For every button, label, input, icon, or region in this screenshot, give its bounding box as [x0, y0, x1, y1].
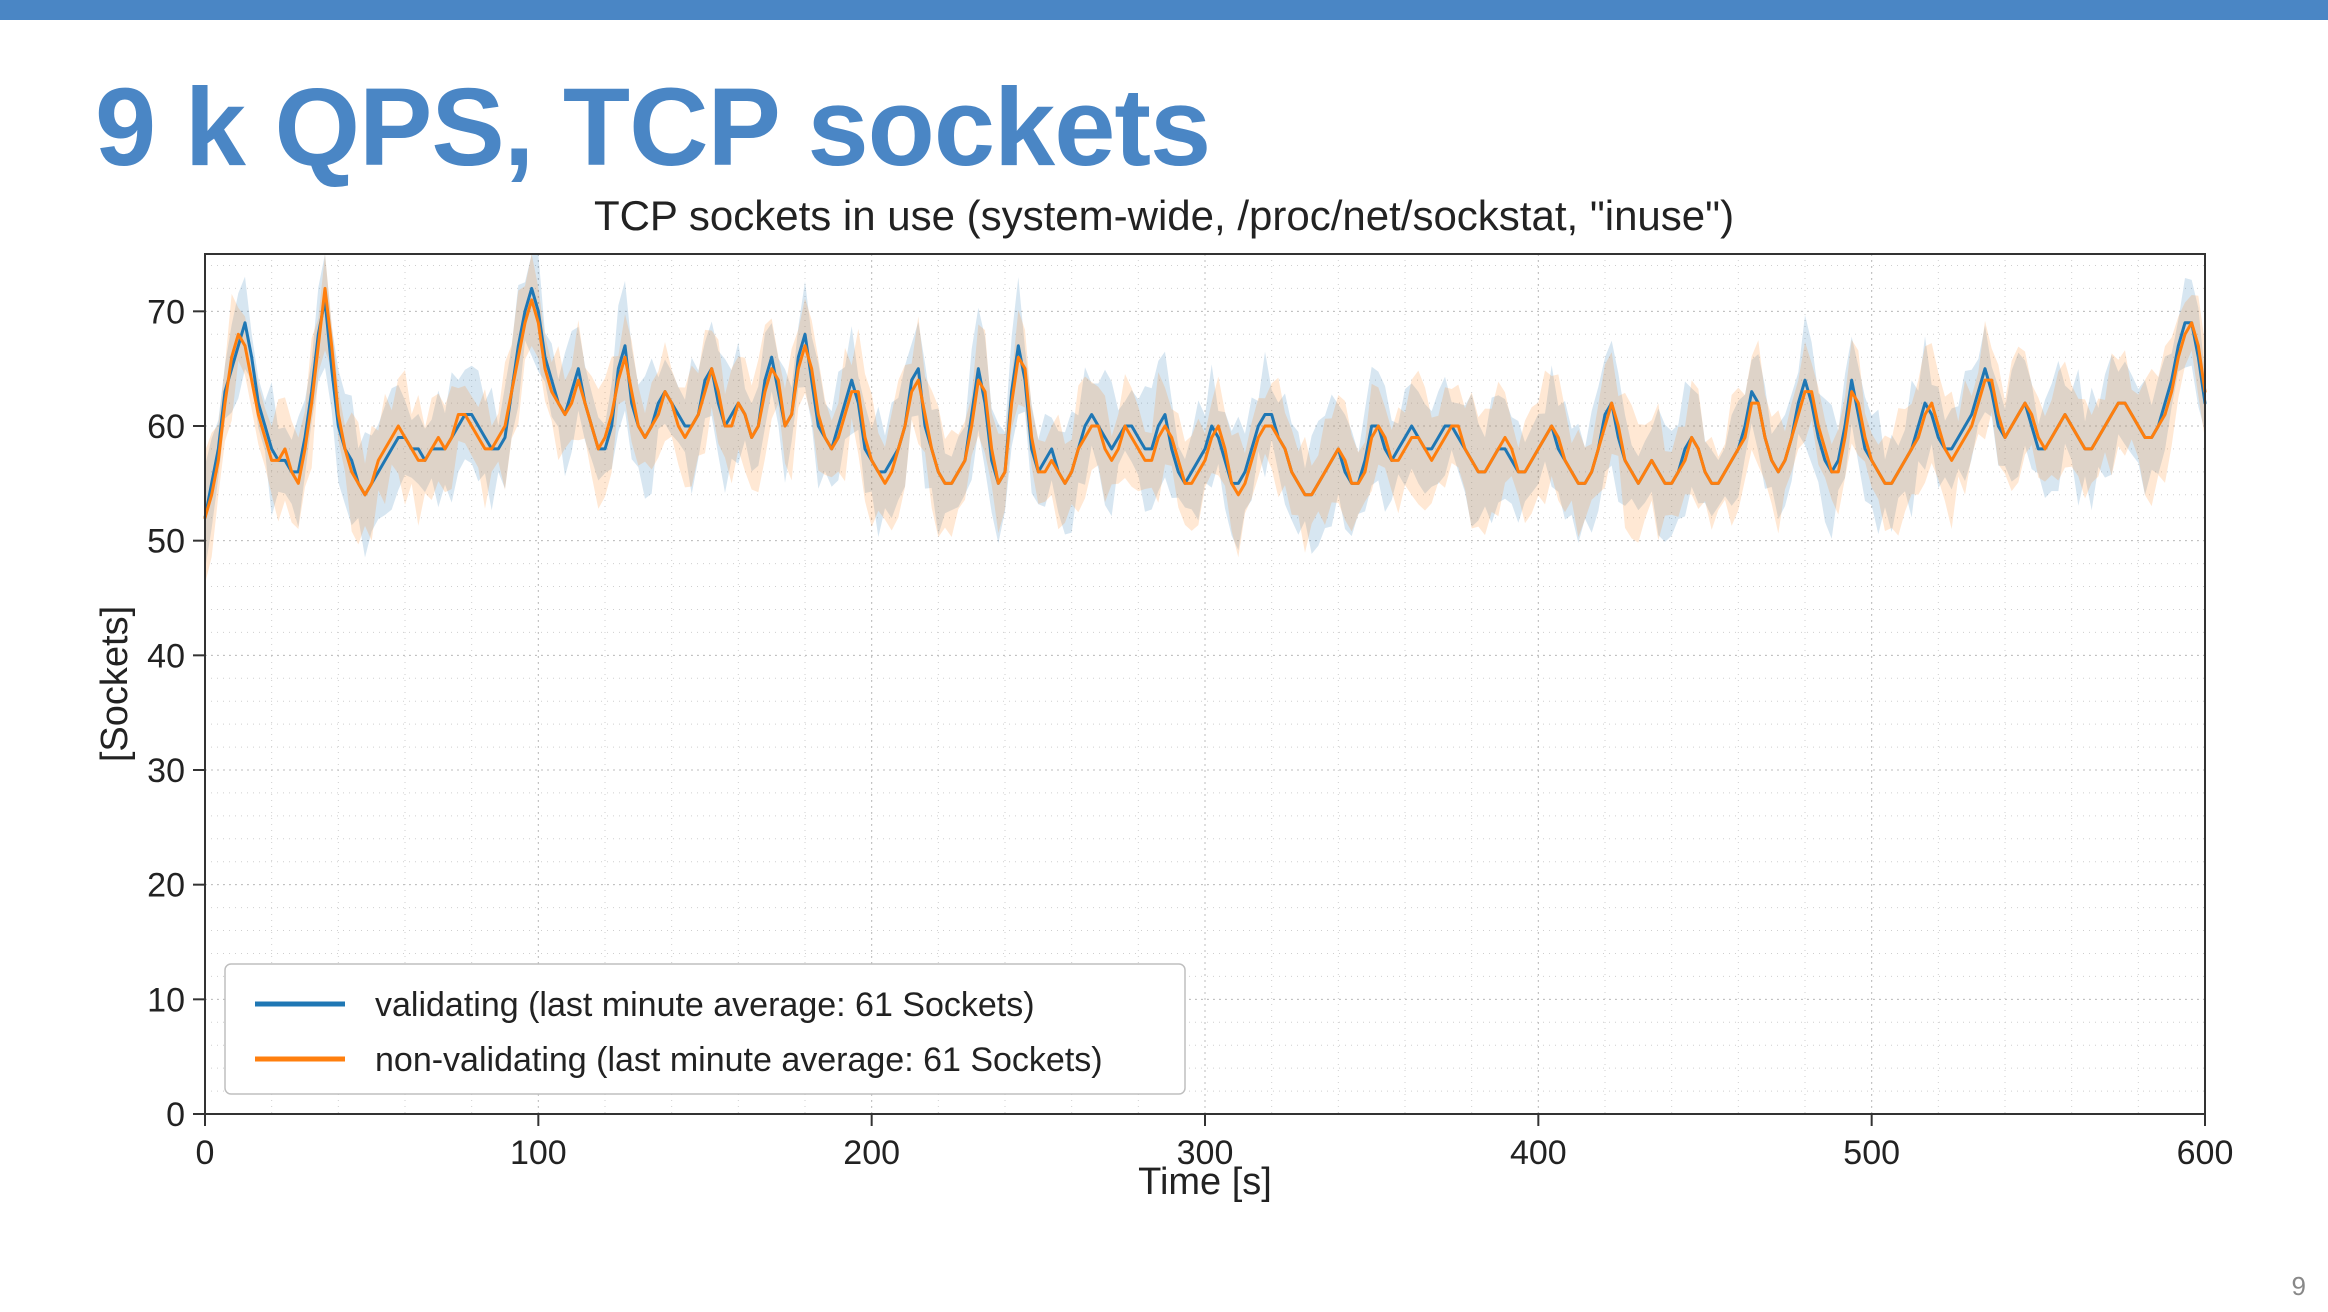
y-tick-label: 20 [147, 866, 185, 904]
chart-title: TCP sockets in use (system-wide, /proc/n… [95, 192, 2233, 240]
page-number: 9 [2292, 1271, 2306, 1302]
y-tick-label: 40 [147, 637, 185, 675]
y-tick-label: 0 [166, 1096, 185, 1134]
x-axis-label: Time [s] [1138, 1161, 1272, 1203]
sockets-line-chart: 0100200300400500600010203040506070Time [… [95, 244, 2235, 1224]
x-tick-label: 600 [2177, 1134, 2234, 1172]
slide-top-bar [0, 0, 2328, 20]
x-tick-label: 100 [510, 1134, 567, 1172]
slide-body: 9 k QPS, TCP sockets TCP sockets in use … [0, 20, 2328, 1312]
x-tick-label: 200 [843, 1134, 900, 1172]
chart-container: 0100200300400500600010203040506070Time [… [95, 244, 2233, 1224]
slide-title: 9 k QPS, TCP sockets [95, 70, 2233, 186]
y-tick-label: 60 [147, 408, 185, 446]
x-tick-label: 400 [1510, 1134, 1567, 1172]
y-tick-label: 30 [147, 752, 185, 790]
x-tick-label: 0 [196, 1134, 215, 1172]
legend-label: non-validating (last minute average: 61 … [375, 1041, 1103, 1079]
y-tick-label: 10 [147, 981, 185, 1019]
y-axis-label: [Sockets] [95, 605, 136, 761]
x-tick-label: 500 [1843, 1134, 1900, 1172]
y-tick-label: 70 [147, 293, 185, 331]
y-tick-label: 50 [147, 522, 185, 560]
legend-label: validating (last minute average: 61 Sock… [375, 986, 1035, 1024]
